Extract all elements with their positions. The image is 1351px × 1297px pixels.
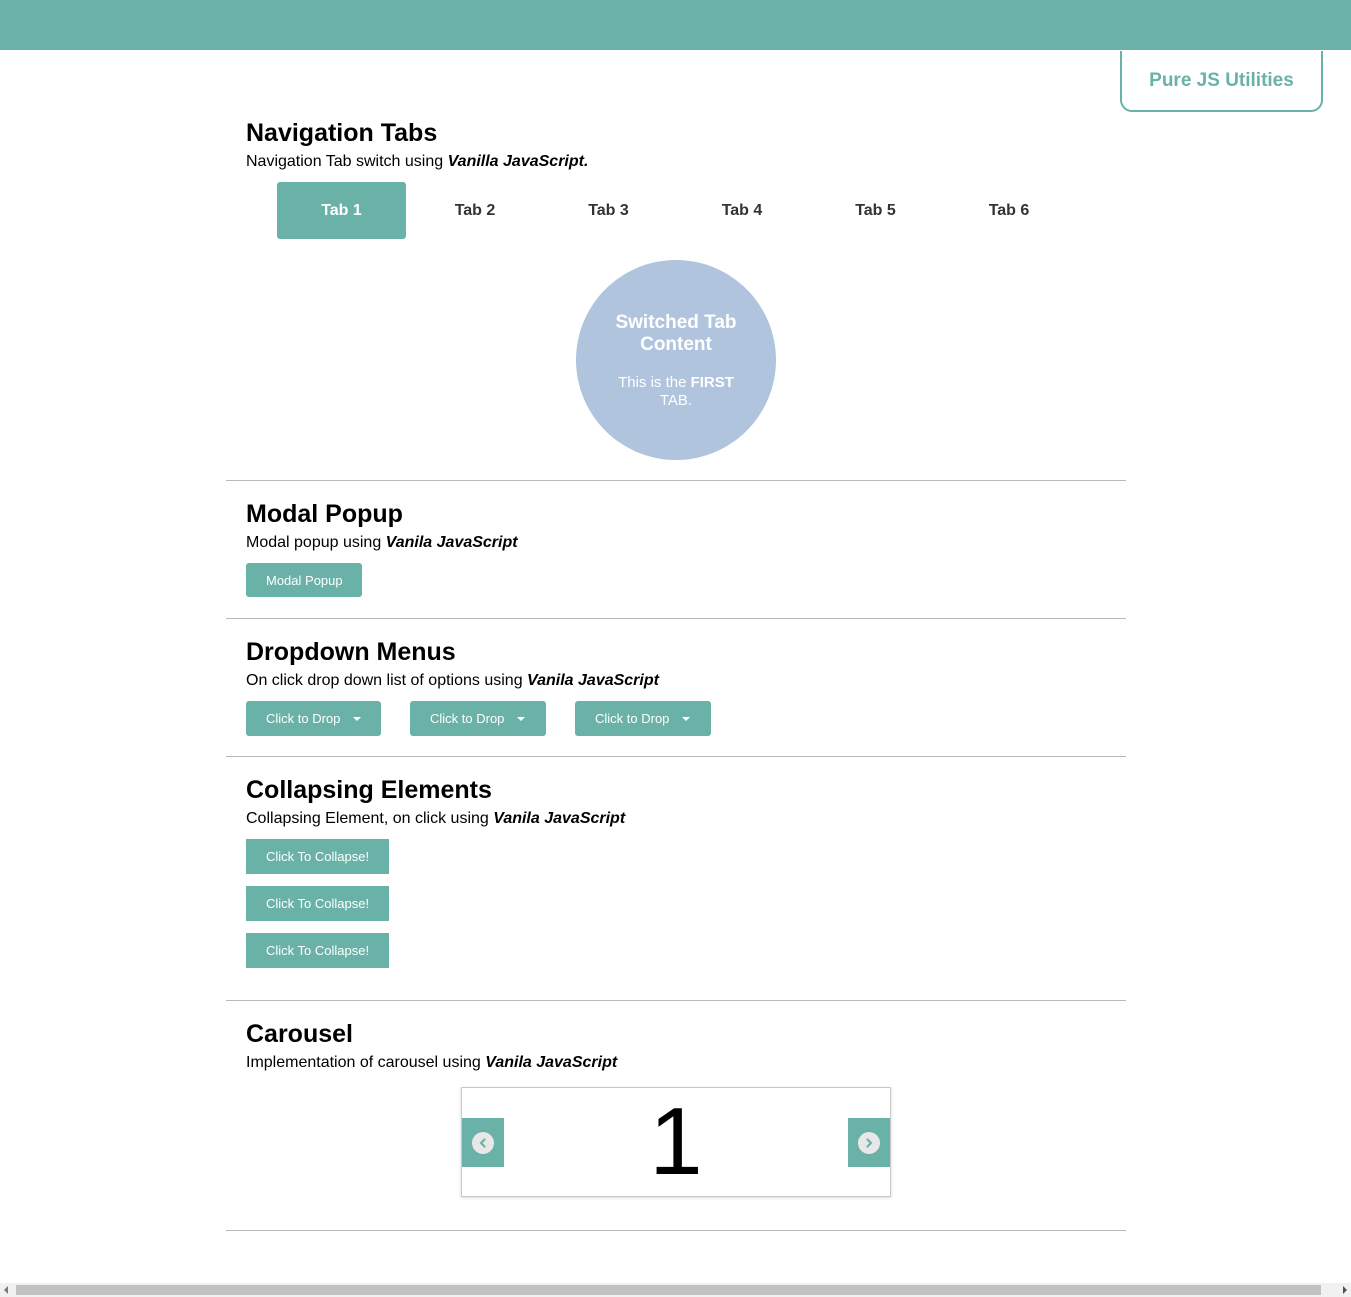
section-description: Navigation Tab switch using Vanilla Java… [246,153,589,170]
chevron-right-circle-icon [858,1131,880,1154]
caret-down-icon [353,716,362,721]
section-divider [226,1230,1126,1231]
tab-1[interactable]: Tab 1 [277,182,406,239]
section-description: On click drop down list of options using… [246,672,659,689]
scroll-right-arrow-icon[interactable] [1343,1286,1347,1294]
collapse-button-1[interactable]: Click To Collapse! [246,839,389,874]
collapse-button-2[interactable]: Click To Collapse! [246,886,389,921]
tab-2[interactable]: Tab 2 [411,182,540,239]
tab-bar: Tab 1 Tab 2 Tab 3 Tab 4 Tab 5 Tab 6 [277,182,1078,239]
section-divider [226,1000,1126,1001]
section-divider [226,756,1126,757]
chevron-left-circle-icon [472,1131,494,1154]
carousel-next-button[interactable] [848,1118,890,1167]
tab-3[interactable]: Tab 3 [544,182,673,239]
dropdown-button-3[interactable]: Click to Drop [575,701,711,736]
caret-down-icon [517,716,526,721]
top-header-bar [0,0,1351,50]
tab-5[interactable]: Tab 5 [811,182,940,239]
dropdown-button-1[interactable]: Click to Drop [246,701,381,736]
section-description: Collapsing Element, on click using Vanil… [246,810,626,827]
tab-content-text: This is the FIRST TAB. [618,374,734,409]
collapse-button-3[interactable]: Click To Collapse! [246,933,389,968]
carousel-slide: 1 [649,1088,703,1195]
tab-content-title: Switched Tab Content [615,312,737,355]
dropdown-button-2[interactable]: Click to Drop [410,701,546,736]
section-title: Carousel [246,1020,353,1048]
section-divider [226,618,1126,619]
section-title: Modal Popup [246,500,403,528]
section-description: Modal popup using Vanila JavaScript [246,534,518,551]
section-description: Implementation of carousel using Vanila … [246,1054,618,1071]
modal-popup-button[interactable]: Modal Popup [246,563,362,597]
horizontal-scrollbar[interactable] [0,1283,1351,1297]
scroll-left-arrow-icon[interactable] [4,1286,8,1294]
section-divider [226,480,1126,481]
section-title: Collapsing Elements [246,776,492,804]
brand-button[interactable]: Pure JS Utilities [1120,51,1323,112]
tab-6[interactable]: Tab 6 [945,182,1074,239]
section-title: Dropdown Menus [246,638,456,666]
carousel-prev-button[interactable] [462,1118,504,1167]
tab-4[interactable]: Tab 4 [678,182,807,239]
section-title: Navigation Tabs [246,119,438,147]
scrollbar-thumb[interactable] [16,1285,1321,1295]
caret-down-icon [682,716,691,721]
carousel: 1 [461,1087,891,1197]
tab-content-circle: Switched Tab Content This is the FIRST T… [576,260,776,460]
